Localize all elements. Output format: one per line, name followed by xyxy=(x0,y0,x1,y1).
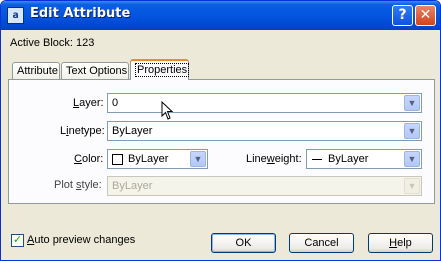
color-dropdown[interactable]: ByLayer ▼ xyxy=(107,149,208,169)
cancel-button[interactable]: Cancel xyxy=(289,233,354,253)
tab-text-options[interactable]: Text Options xyxy=(61,62,129,80)
plot-style-label: Plot style: xyxy=(54,179,102,191)
ok-button[interactable]: OK xyxy=(211,233,276,253)
lineweight-label: Lineweight: xyxy=(246,153,302,165)
title-bar[interactable]: a Edit Attribute ? ✕ xyxy=(1,1,440,30)
lineweight-dropdown[interactable]: ByLayer ▼ xyxy=(306,149,422,169)
tab-properties-label: Properties xyxy=(135,63,190,77)
linetype-dropdown[interactable]: ByLayer ▼ xyxy=(107,121,422,141)
tab-attribute[interactable]: Attribute xyxy=(12,62,60,80)
chevron-down-icon[interactable]: ▼ xyxy=(190,151,206,167)
color-swatch-icon xyxy=(112,154,123,165)
auto-preview-label[interactable]: Auto preview changes xyxy=(27,234,135,246)
layer-dropdown[interactable]: 0 ▼ xyxy=(107,93,422,113)
lineweight-value: ByLayer xyxy=(328,153,369,165)
plot-style-value: ByLayer xyxy=(112,180,153,192)
window-title: Edit Attribute xyxy=(30,6,131,21)
app-icon: a xyxy=(7,7,24,24)
chevron-down-icon[interactable]: ▼ xyxy=(404,123,420,139)
close-button[interactable]: ✕ xyxy=(415,5,436,26)
help-title-button[interactable]: ? xyxy=(392,5,413,26)
chevron-down-icon[interactable]: ▼ xyxy=(404,95,420,111)
chevron-down-icon: ▼ xyxy=(404,178,420,194)
tab-properties[interactable]: Properties xyxy=(130,59,190,80)
active-block-label: Active Block: 123 xyxy=(10,37,95,49)
linetype-label: Linetype: xyxy=(60,125,105,137)
edit-attribute-dialog: a Edit Attribute ? ✕ Active Block: 123 A… xyxy=(0,0,441,261)
layer-value: 0 xyxy=(112,97,119,109)
plot-style-dropdown: ByLayer ▼ xyxy=(107,176,422,196)
color-label: Color: xyxy=(74,153,104,165)
help-button[interactable]: Help xyxy=(368,233,433,253)
color-value: ByLayer xyxy=(128,153,169,165)
chevron-down-icon[interactable]: ▼ xyxy=(404,151,420,167)
linetype-value: ByLayer xyxy=(112,125,153,137)
mouse-cursor-icon xyxy=(161,101,173,120)
auto-preview-checkbox[interactable]: ✓ xyxy=(11,234,24,247)
lineweight-line-icon xyxy=(312,159,322,160)
layer-label: Layer: xyxy=(73,97,104,109)
